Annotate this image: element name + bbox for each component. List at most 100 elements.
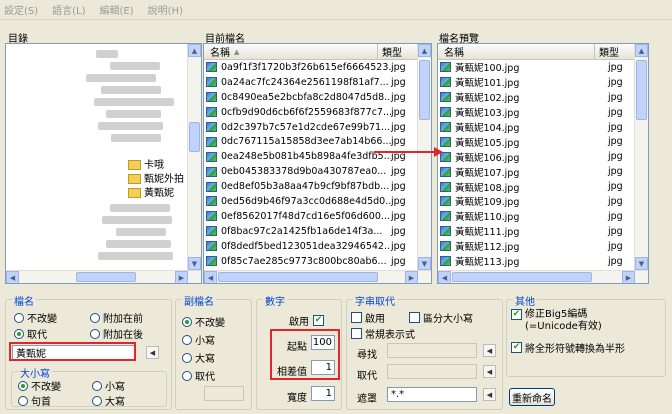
case-upper-radio[interactable]: 大寫 — [92, 393, 125, 408]
fullwidth-checkbox[interactable]: ✔ 將全形符號轉換為半形 — [511, 340, 625, 355]
image-file-icon — [206, 107, 217, 118]
scroll-left-icon[interactable]: ◀ — [204, 271, 217, 283]
menu-language[interactable]: 語言(L) — [52, 2, 85, 17]
tree-hscroll[interactable]: ◀ ▶ — [6, 270, 201, 283]
file-row[interactable]: 黃甄妮104.jpg jpg — [438, 120, 634, 135]
file-row[interactable]: 0cfb9d90d6cb6f6f2559683f877c7... jpg — [204, 105, 417, 120]
ext-upper-radio[interactable]: 大寫 — [182, 350, 215, 365]
file-row[interactable]: 黃甄妮108.jpg jpg — [438, 179, 634, 194]
number-enable-checkbox[interactable]: 啟用 ✔ — [289, 313, 327, 328]
file-row[interactable]: 0f8dedf5bed123051dea32946542... jpg — [204, 239, 417, 254]
file-row[interactable]: 黃甄妮109.jpg jpg — [438, 194, 634, 209]
col-name-header[interactable]: 名稱 ▲ — [204, 44, 239, 60]
file-name: 黃甄妮100.jpg — [455, 63, 520, 75]
file-row[interactable]: 0ed8ef05b3a8aa47b9cf9bf87bdb... jpg — [204, 179, 417, 194]
col-type-header[interactable]: 類型 — [377, 44, 417, 59]
file-row[interactable]: 黃甄妮106.jpg jpg — [438, 149, 634, 164]
file-name: 0ea248e5b081b45b898a4fe3dfb5... — [221, 151, 391, 163]
current-files-list[interactable]: 名稱 ▲ 類型 0a9f1f3f1720b3f26b615ef6664523...… — [203, 43, 432, 284]
scroll-up-icon[interactable]: ▲ — [188, 44, 201, 57]
tree-item[interactable]: 甄妮外拍 — [128, 170, 184, 185]
file-row[interactable]: 0ef8562017f48d7cd16e5f06d600... jpg — [204, 209, 417, 224]
file-row[interactable]: 0f8bac97c2a1425fb1a6de14f3a... jpg — [204, 224, 417, 239]
filename-menu-button[interactable]: ◀ — [146, 346, 159, 359]
mask-input[interactable]: *.* — [387, 387, 477, 402]
scroll-thumb[interactable] — [189, 122, 200, 152]
file-row[interactable]: 0f85c7ae285c9773c800bc80ab6... jpg — [204, 254, 417, 269]
scroll-left-icon[interactable]: ◀ — [438, 271, 451, 283]
file-row[interactable]: 黃甄妮112.jpg jpg — [438, 239, 634, 254]
file-row[interactable]: 黃甄妮105.jpg jpg — [438, 134, 634, 149]
scroll-thumb[interactable] — [636, 60, 647, 120]
blurred-item — [98, 252, 173, 260]
find-input[interactable] — [387, 343, 477, 358]
menu-help[interactable]: 說明(H) — [148, 2, 183, 17]
scroll-thumb[interactable] — [76, 272, 136, 282]
scroll-up-icon[interactable]: ▲ — [418, 44, 431, 57]
scroll-down-icon[interactable]: ▼ — [418, 257, 431, 270]
scroll-thumb[interactable] — [218, 272, 378, 282]
filename-suffix-radio[interactable]: 附加在後 — [90, 326, 143, 341]
col-name-header[interactable]: 名稱 — [438, 44, 464, 59]
scroll-thumb[interactable] — [452, 272, 592, 282]
rename-button[interactable]: 重新命名 — [509, 388, 555, 406]
blurred-item — [106, 240, 171, 248]
file-row[interactable]: 0a24ac7fc24364e2561198f81af7... jpg — [204, 75, 417, 90]
ext-lower-radio[interactable]: 小寫 — [182, 332, 215, 347]
case-keep-radio[interactable]: 不改變 — [18, 378, 61, 393]
tree-item[interactable]: 卡哦 — [128, 156, 164, 171]
ext-keep-radio[interactable]: 不改變 — [182, 314, 225, 329]
ext-replace-input[interactable] — [204, 386, 244, 401]
file-row[interactable]: 0ed56d9b46f97a3cc0d688e4d5d0... jpg — [204, 194, 417, 209]
string-enable-checkbox[interactable]: 啟用 — [351, 310, 385, 325]
directory-tree[interactable]: 卡哦 甄妮外拍 黃甄妮 ▲ ▼ ◀ ▶ — [5, 43, 202, 284]
scroll-down-icon[interactable]: ▼ — [635, 257, 648, 270]
scroll-down-icon[interactable]: ▼ — [188, 257, 201, 270]
scroll-up-icon[interactable]: ▲ — [635, 44, 648, 57]
scroll-left-icon[interactable]: ◀ — [6, 271, 19, 283]
mask-menu-button[interactable]: ◀ — [483, 388, 496, 401]
image-file-icon — [206, 77, 217, 88]
scroll-right-icon[interactable]: ▶ — [175, 271, 188, 283]
case-sensitive-checkbox[interactable]: 區分大小寫 — [409, 310, 473, 325]
tree-item-selected[interactable]: 黃甄妮 — [128, 184, 174, 199]
preview-vscroll[interactable]: ▲ ▼ — [634, 44, 648, 270]
filename-prefix-radio[interactable]: 附加在前 — [90, 310, 143, 325]
scroll-right-icon[interactable]: ▶ — [405, 271, 418, 283]
find-menu-button[interactable]: ◀ — [483, 344, 496, 357]
file-row[interactable]: 0d2c397b7c57e1d2cde67e99b71... jpg — [204, 120, 417, 135]
file-row[interactable]: 黃甄妮107.jpg jpg — [438, 164, 634, 179]
file-row[interactable]: 黃甄妮102.jpg jpg — [438, 90, 634, 105]
file-row[interactable]: 黃甄妮110.jpg jpg — [438, 209, 634, 224]
width-input[interactable]: 1 — [311, 386, 335, 401]
big5-fix-checkbox[interactable]: ✔ 修正Big5編碼 (=Unicode有效) — [511, 309, 602, 333]
regex-checkbox[interactable]: 常規表示式 — [351, 326, 415, 341]
menu-edit[interactable]: 編輯(E) — [100, 2, 134, 17]
replace-input[interactable] — [387, 364, 477, 379]
menu-settings[interactable]: 設定(S) — [4, 2, 38, 17]
file-row[interactable]: 黃甄妮113.jpg jpg — [438, 254, 634, 269]
file-row[interactable]: 黃甄妮111.jpg jpg — [438, 224, 634, 239]
file-row[interactable]: 0a9f1f3f1720b3f26b615ef6664523... jpg — [204, 60, 417, 75]
preview-hscroll[interactable]: ◀ ▶ — [438, 270, 648, 283]
blurred-item — [96, 50, 118, 58]
filename-keep-radio[interactable]: 不改變 — [14, 310, 57, 325]
file-row[interactable]: 0c8490ea5e2bcbfa8c2d8047d5d8... jpg — [204, 90, 417, 105]
ext-replace-radio[interactable]: 取代 — [182, 368, 215, 383]
scroll-thumb[interactable] — [419, 60, 430, 120]
filename-replace-radio[interactable]: 取代 — [14, 326, 47, 341]
tree-vscroll[interactable]: ▲ ▼ — [187, 44, 201, 270]
file-row[interactable]: 黃甄妮101.jpg jpg — [438, 75, 634, 90]
current-hscroll[interactable]: ◀ ▶ — [204, 270, 431, 283]
replace-menu-button[interactable]: ◀ — [483, 365, 496, 378]
file-row[interactable]: 黃甄妮103.jpg jpg — [438, 105, 634, 120]
col-type-header[interactable]: 類型 — [594, 44, 634, 59]
case-first-radio[interactable]: 句首 — [18, 393, 51, 408]
scroll-right-icon[interactable]: ▶ — [622, 271, 635, 283]
file-row[interactable]: 黃甄妮100.jpg jpg — [438, 60, 634, 75]
preview-list[interactable]: 名稱 類型 黃甄妮100.jpg jpg 黃甄妮101.jpg jpg 黃甄妮102.j… — [437, 43, 649, 284]
highlight-box — [270, 329, 340, 380]
radio-icon — [14, 312, 24, 323]
case-lower-radio[interactable]: 小寫 — [92, 378, 125, 393]
file-row[interactable]: 0eb045383378d9b0a430787ea0... jpg — [204, 164, 417, 179]
